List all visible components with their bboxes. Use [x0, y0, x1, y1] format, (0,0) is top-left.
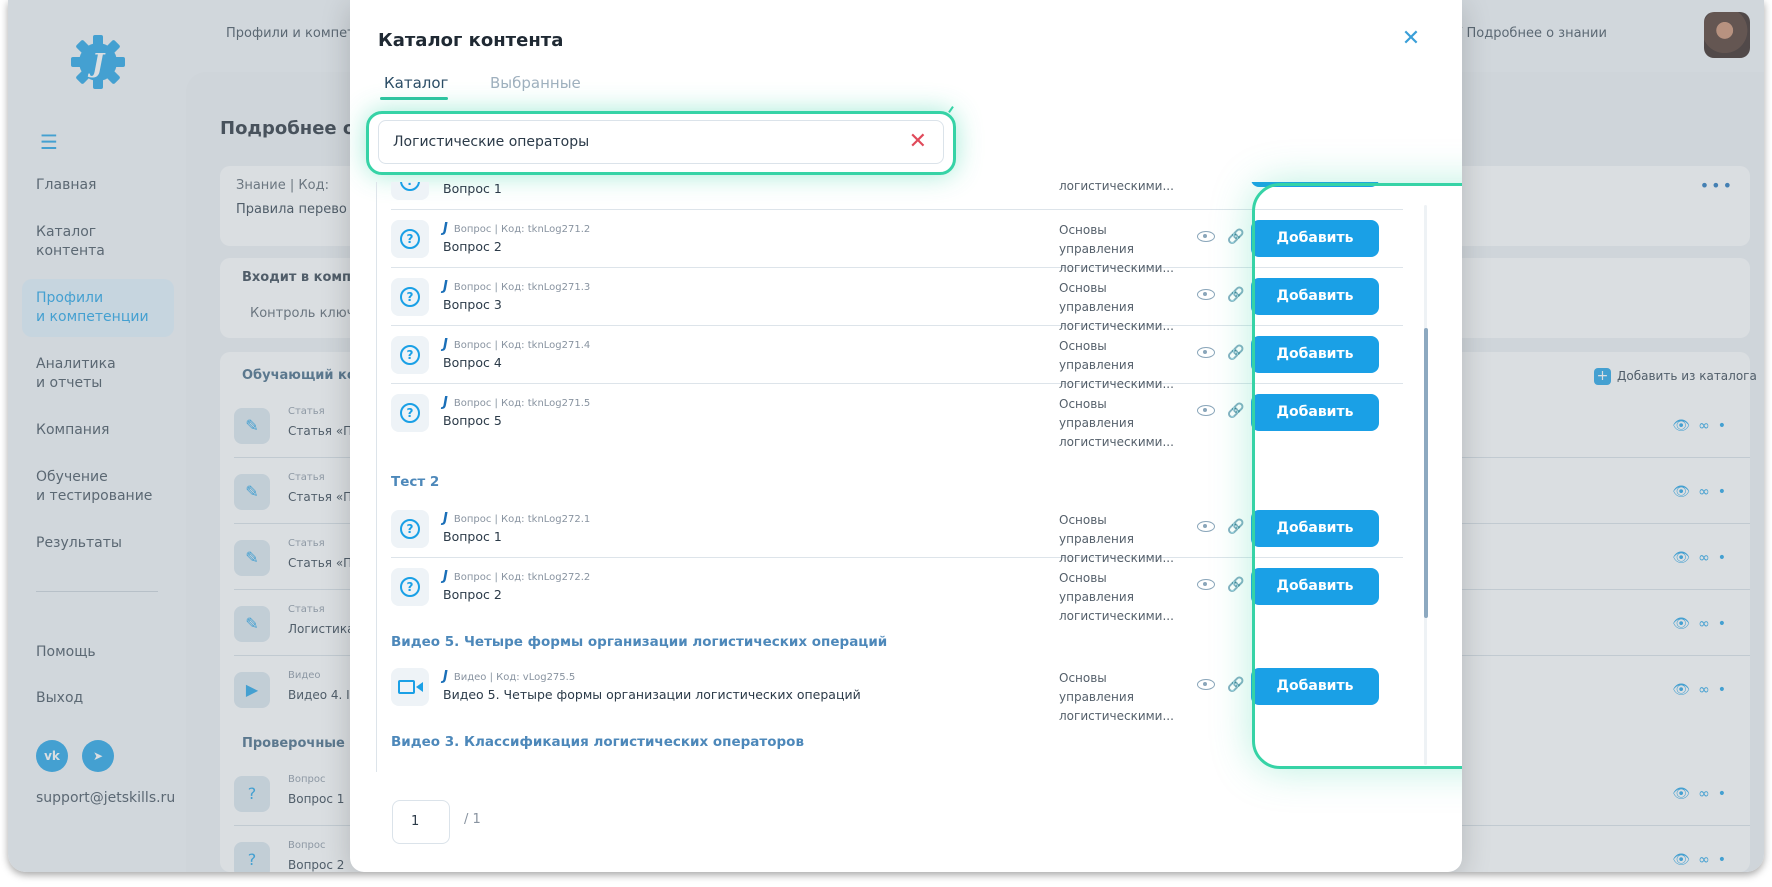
eye-icon[interactable] — [1197, 289, 1215, 300]
item-title: Видео 5. Четыре формы организации логист… — [443, 687, 861, 702]
group-title-video5[interactable]: Видео 5. Четыре формы организации логист… — [391, 634, 887, 650]
item-meta: J Вопрос | Код: tknLog272.2 — [443, 569, 591, 584]
tab-selected[interactable]: Выбранные — [490, 74, 581, 92]
eye-icon[interactable] — [1197, 579, 1215, 590]
link-icon[interactable]: 🔗 — [1227, 403, 1244, 419]
question-icon: ? — [391, 278, 429, 316]
item-title: Вопрос 2 — [443, 587, 502, 602]
item-meta: J Вопрос | Код: tknLog271.3 — [443, 279, 591, 294]
item-meta: J Вопрос | Код: tknLog272.1 — [443, 511, 591, 526]
list-item: ? Вопрос 1 логистическими... 🔗 Добавить — [391, 182, 1403, 210]
question-icon: ? — [391, 182, 429, 200]
question-icon: ? — [391, 220, 429, 258]
sparkle — [948, 106, 954, 113]
item-meta: J Вопрос | Код: tknLog271.5 — [443, 395, 591, 410]
question-icon: ? — [391, 510, 429, 548]
item-title: Вопрос 5 — [443, 413, 502, 428]
item-course: Основы управления логистическими... — [1059, 671, 1174, 723]
question-icon: ? — [391, 394, 429, 432]
close-icon[interactable]: ✕ — [1400, 28, 1422, 50]
item-title: Вопрос 1 — [443, 529, 502, 544]
link-icon[interactable]: 🔗 — [1227, 519, 1244, 535]
page-number-input[interactable]: 1 — [392, 800, 450, 844]
item-title: Вопрос 4 — [443, 355, 502, 370]
search-input[interactable] — [393, 121, 893, 163]
app-window: J ☰ Главная Каталог контента Профили и к… — [8, 0, 1764, 872]
item-course: логистическими... — [1059, 182, 1174, 193]
eye-icon[interactable] — [1197, 679, 1215, 690]
item-course: Основы управления логистическими... — [1059, 571, 1174, 623]
link-icon[interactable]: 🔗 — [1227, 677, 1244, 693]
video-icon — [391, 668, 429, 706]
item-title: Вопрос 3 — [443, 297, 502, 312]
link-icon[interactable]: 🔗 — [1227, 229, 1244, 245]
tab-underline — [380, 97, 448, 100]
clear-icon[interactable]: ✕ — [909, 130, 927, 154]
eye-icon[interactable] — [1197, 347, 1215, 358]
actions-highlight — [1252, 183, 1462, 769]
tab-catalog[interactable]: Каталог — [384, 74, 448, 92]
catalog-modal: Каталог контента ✕ Каталог Выбранные ✕ ?… — [350, 0, 1462, 872]
link-icon[interactable]: 🔗 — [1227, 577, 1244, 593]
search-box: ✕ — [378, 120, 944, 164]
item-title: Вопрос 1 — [443, 182, 502, 196]
item-meta: J Вопрос | Код: tknLog271.4 — [443, 337, 591, 352]
eye-icon[interactable] — [1197, 521, 1215, 532]
group-title-video3[interactable]: Видео 3. Классификация логистических опе… — [391, 734, 804, 750]
link-icon[interactable]: 🔗 — [1227, 345, 1244, 361]
eye-icon[interactable] — [1197, 405, 1215, 416]
item-meta: J Видео | Код: vLog275.5 — [443, 669, 576, 684]
link-icon[interactable]: 🔗 — [1227, 287, 1244, 303]
item-title: Вопрос 2 — [443, 239, 502, 254]
question-icon: ? — [391, 336, 429, 374]
eye-icon[interactable] — [1197, 231, 1215, 242]
question-icon: ? — [391, 568, 429, 606]
modal-title: Каталог контента — [378, 30, 564, 51]
item-course: Основы управления логистическими... — [1059, 397, 1174, 449]
item-meta: J Вопрос | Код: tknLog271.2 — [443, 221, 591, 236]
page-total: / 1 — [464, 812, 481, 827]
group-title-test2[interactable]: Тест 2 — [391, 474, 439, 490]
